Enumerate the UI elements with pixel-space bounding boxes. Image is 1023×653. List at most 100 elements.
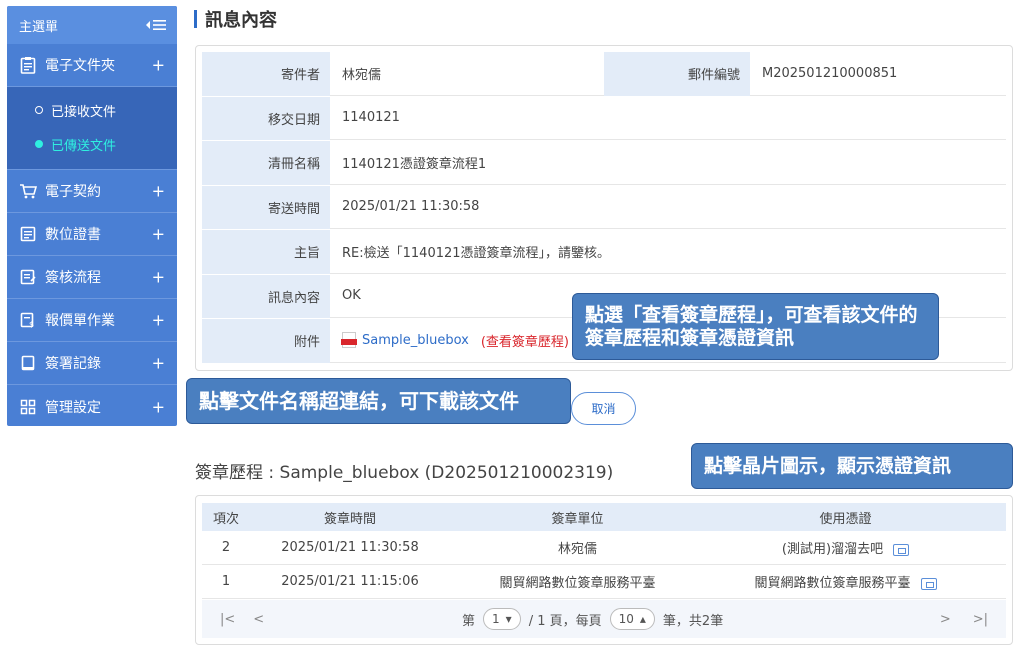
callout-text: 點選「查看簽章歷程」，可查看該文件的簽章歷程和簽章憑證資訊 <box>585 303 918 349</box>
sidebar-subitem-label: 已傳送文件 <box>51 138 117 154</box>
sidebar-item-certificate[interactable]: 數位證書 + <box>7 213 177 256</box>
first-page-icon[interactable]: |< <box>220 612 235 627</box>
pager-left: |< < <box>220 612 264 627</box>
info-label: 清冊名稱 <box>202 141 330 185</box>
sign-history-table: 項次 簽章時間 簽章單位 使用憑證 2 2025/01/21 11:30:58 … <box>195 495 1013 645</box>
page-select[interactable]: 1 ▾ <box>483 608 521 630</box>
sidebar-subitem-sent[interactable]: 已傳送文件 <box>7 127 177 161</box>
cell-time: 2025/01/21 11:15:06 <box>281 574 419 589</box>
info-value-subject: RE:檢送「1140121憑證簽章流程」，請鑒核。 <box>330 230 1006 274</box>
info-value-sent-time: 2025/01/21 11:30:58 <box>330 185 1006 229</box>
sidebar-item-label: 簽署記錄 <box>45 356 101 372</box>
sidebar-header-label: 主選單 <box>19 19 59 35</box>
callout-text: 點擊晶片圖示，顯示憑證資訊 <box>704 454 952 477</box>
cell-unit: 關貿網路數位簽章服務平臺 <box>499 576 656 591</box>
col-header: 簽章時間 <box>323 511 376 527</box>
page-suffix: / 1 頁，每頁 <box>528 613 602 629</box>
col-header: 使用憑證 <box>819 511 872 527</box>
sidebar-item-label: 電子契約 <box>45 184 101 200</box>
info-label: 寄件者 <box>202 52 330 96</box>
plus-icon: + <box>151 181 165 201</box>
info-value-sender: 林宛儒 <box>330 52 604 96</box>
info-value-date: 1140121 <box>330 96 1006 140</box>
table-row: 1 2025/01/21 11:15:06 關貿網路數位簽章服務平臺 關貿網路數… <box>202 565 1006 599</box>
cancel-button[interactable]: 取消 <box>571 392 636 425</box>
info-row-subject: 主旨 RE:檢送「1140121憑證簽章流程」，請鑒核。 <box>202 230 1006 275</box>
certificate-icon <box>19 225 37 243</box>
sidebar-header: 主選單 <box>7 6 177 44</box>
sidebar-item-label: 報價單作業 <box>45 313 115 329</box>
sidebar: 主選單 電子文件夾 + 已接收文件 已傳送文件 電子契約 + 數位證書 + 簽核… <box>7 6 177 426</box>
info-label: 訊息內容 <box>202 274 330 318</box>
next-page-icon[interactable]: > <box>940 612 951 627</box>
record-icon <box>19 354 37 372</box>
caret-up-icon: ▴ <box>639 612 646 626</box>
size-suffix: 筆，共2筆 <box>662 613 724 629</box>
quote-icon: $ <box>19 311 37 329</box>
sidebar-item-sign-record[interactable]: 簽署記錄 + <box>7 342 177 385</box>
plus-icon: + <box>151 353 165 373</box>
col-header: 項次 <box>212 511 239 527</box>
info-row-sent-time: 寄送時間 2025/01/21 11:30:58 <box>202 185 1006 230</box>
cart-icon <box>19 182 37 200</box>
cert-name: (測試用)溜溜去吧 <box>781 542 884 557</box>
callout-view-history: 點選「查看簽章歷程」，可查看該文件的簽章歷程和簽章憑證資訊 <box>572 293 939 360</box>
cell-cert: 關貿網路數位簽章服務平臺 <box>705 572 1006 591</box>
info-label: 主旨 <box>202 230 330 274</box>
info-row-date: 移交日期 1140121 <box>202 96 1006 141</box>
sidebar-item-approval[interactable]: 簽核流程 + <box>7 256 177 299</box>
page-title-text: 訊息內容 <box>205 10 277 31</box>
info-label: 寄送時間 <box>202 185 330 229</box>
pager-info: 第 1 ▾ / 1 頁，每頁 10 ▴ 筆，共2筆 <box>462 608 723 630</box>
sidebar-item-folder[interactable]: 電子文件夾 + <box>7 44 177 87</box>
plus-icon: + <box>151 224 165 244</box>
table-header: 項次 簽章時間 簽章單位 使用憑證 <box>202 503 1006 531</box>
page-size-select[interactable]: 10 ▴ <box>609 608 655 630</box>
info-label: 附件 <box>202 319 330 363</box>
pager-right: > >| <box>940 612 988 627</box>
sidebar-item-label: 簽核流程 <box>45 270 101 286</box>
pdf-icon <box>341 332 357 349</box>
info-row-list: 清冊名稱 1140121憑證簽章流程1 <box>202 141 1006 186</box>
plus-icon: + <box>151 267 165 287</box>
sidebar-item-settings[interactable]: 管理設定 + <box>7 385 177 426</box>
sidebar-subitem-received[interactable]: 已接收文件 <box>7 93 177 127</box>
plus-icon: + <box>151 55 165 75</box>
chip-icon[interactable] <box>920 577 937 590</box>
sidebar-submenu: 已接收文件 已傳送文件 <box>7 87 177 170</box>
cell-unit: 林宛儒 <box>557 542 597 557</box>
chip-icon[interactable] <box>893 543 910 556</box>
sidebar-item-quote[interactable]: $ 報價單作業 + <box>7 299 177 342</box>
cell-no: 1 <box>221 574 231 589</box>
view-sign-history-link[interactable]: (查看簽章歷程) <box>481 331 569 350</box>
attachment-file-link[interactable]: Sample_bluebox <box>362 333 469 348</box>
sidebar-collapse-icon[interactable] <box>145 19 167 31</box>
pagination: |< < 第 1 ▾ / 1 頁，每頁 10 ▴ 筆，共2筆 > >| <box>202 600 1006 638</box>
caret-down-icon: ▾ <box>505 612 512 626</box>
page-prefix: 第 <box>462 613 476 629</box>
info-row-sender: 寄件者 林宛儒 郵件編號 M202501210000851 <box>202 52 1006 97</box>
last-page-icon[interactable]: >| <box>973 612 988 627</box>
cell-no: 2 <box>221 540 231 555</box>
sidebar-item-label: 管理設定 <box>45 399 101 416</box>
circle-filled-icon <box>35 140 43 148</box>
title-accent-bar <box>194 10 197 28</box>
form-icon <box>19 268 37 286</box>
cell-cert: (測試用)溜溜去吧 <box>705 538 1006 557</box>
table-row: 2 2025/01/21 11:30:58 林宛儒 (測試用)溜溜去吧 <box>202 531 1006 565</box>
sidebar-item-contract[interactable]: 電子契約 + <box>7 170 177 213</box>
sign-history-title: 簽章歷程 : Sample_bluebox (D202501210002319) <box>195 463 614 483</box>
sidebar-subitem-label: 已接收文件 <box>51 104 117 120</box>
cert-name: 關貿網路數位簽章服務平臺 <box>754 576 911 591</box>
col-header: 簽章單位 <box>551 511 604 527</box>
cell-time: 2025/01/21 11:30:58 <box>281 540 419 555</box>
prev-page-icon[interactable]: < <box>253 612 264 627</box>
sidebar-item-label: 電子文件夾 <box>45 58 115 74</box>
svg-text:$: $ <box>29 320 34 328</box>
page-size-value: 10 <box>618 612 634 626</box>
sidebar-item-label: 數位證書 <box>45 227 101 243</box>
info-label: 郵件編號 <box>604 52 750 96</box>
plus-icon: + <box>151 310 165 330</box>
info-value-mail-no: M202501210000851 <box>750 52 1006 96</box>
clipboard-icon <box>19 56 37 74</box>
